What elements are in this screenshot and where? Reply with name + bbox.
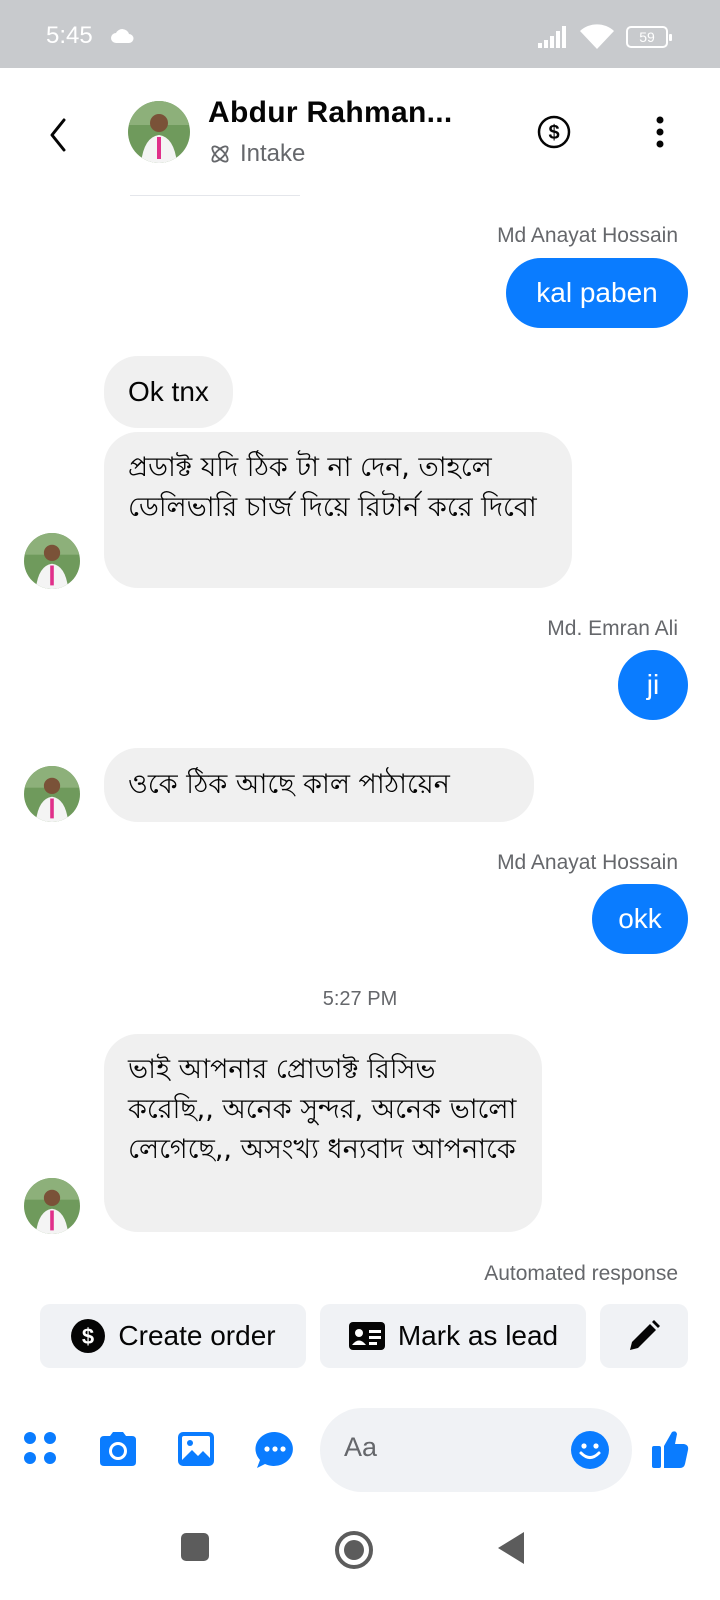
automated-response-label: Automated response — [484, 1262, 678, 1285]
more-options-icon[interactable] — [648, 114, 672, 150]
message-input-placeholder: Aa — [344, 1432, 378, 1462]
system-navigation-bar — [0, 1500, 720, 1600]
incoming-message[interactable]: ওকে ঠিক আছে কাল পাঠায়েন — [104, 748, 534, 822]
create-order-label: Create order — [118, 1320, 276, 1351]
contact-avatar[interactable] — [128, 101, 190, 163]
incoming-message[interactable]: Ok tnx — [104, 356, 233, 428]
message-fragment — [130, 190, 300, 196]
message-text: প্রডাক্ট যদি ঠিক টা না দেন, তাহলে ডেলিভা… — [128, 452, 537, 523]
home-icon[interactable] — [334, 1530, 374, 1570]
mark-as-lead-button[interactable]: Mark as lead — [320, 1304, 586, 1368]
recents-icon[interactable] — [180, 1532, 210, 1562]
contact-avatar[interactable] — [24, 533, 80, 589]
back-arrow-icon[interactable] — [44, 116, 72, 154]
contact-avatar[interactable] — [24, 766, 80, 822]
status-bar: 5:45 59 — [0, 0, 720, 68]
dollar-circle-icon[interactable]: $ — [537, 115, 571, 149]
message-text: ভাই আপনার প্রোডাক্ট রিসিভ করেছি,, অনেক স… — [128, 1054, 517, 1165]
contact-avatar[interactable] — [24, 1178, 80, 1234]
sender-name: Md Anayat Hossain — [497, 224, 678, 247]
svg-text:$: $ — [82, 1324, 94, 1349]
mark-as-lead-label: Mark as lead — [397, 1320, 559, 1351]
outgoing-message[interactable]: ji — [618, 650, 688, 720]
dollar-filled-icon: $ — [71, 1319, 106, 1353]
saved-replies-icon[interactable] — [254, 1430, 296, 1470]
emoji-icon[interactable] — [570, 1430, 610, 1470]
thumbs-up-icon[interactable] — [650, 1428, 690, 1470]
message-timestamp: 5:27 PM — [322, 988, 398, 1010]
contact-name[interactable]: Abdur Rahman... — [208, 96, 453, 130]
message-composer: Aa — [0, 1400, 720, 1500]
message-text: Ok tnx — [128, 376, 209, 407]
menu-grid-icon[interactable] — [22, 1430, 58, 1466]
wifi-icon — [580, 24, 614, 49]
atom-icon — [211, 145, 229, 163]
incoming-message[interactable]: ভাই আপনার প্রোডাক্ট রিসিভ করেছি,, অনেক স… — [104, 1034, 542, 1232]
contact-label: Intake — [208, 140, 305, 168]
quick-actions-bar: $ Create order Mark as lead — [0, 1292, 720, 1372]
signal-icon — [538, 26, 566, 48]
incoming-message[interactable]: প্রডাক্ট যদি ঠিক টা না দেন, তাহলে ডেলিভা… — [104, 432, 572, 588]
battery-indicator: 59 — [626, 26, 672, 48]
message-text: ওকে ঠিক আছে কাল পাঠায়েন — [128, 769, 450, 800]
edit-button[interactable] — [600, 1304, 688, 1368]
sender-name: Md Anayat Hossain — [497, 851, 678, 874]
label-text: Intake — [240, 140, 306, 167]
create-order-button[interactable]: $ Create order — [40, 1304, 306, 1368]
back-triangle-icon[interactable] — [496, 1530, 526, 1566]
outgoing-message[interactable]: okk — [592, 884, 688, 954]
conversation-header: Abdur Rahman... Intake $ — [0, 68, 720, 198]
cloud-icon — [111, 29, 134, 43]
pencil-icon — [630, 1320, 660, 1350]
camera-icon[interactable] — [96, 1430, 140, 1468]
contact-card-icon — [348, 1322, 385, 1350]
message-list[interactable]: Md Anayat Hossain kal paben Ok tnx প্রডা… — [0, 190, 720, 1290]
status-time: 5:45 — [46, 22, 93, 49]
gallery-icon[interactable] — [176, 1430, 216, 1468]
svg-text:$: $ — [548, 122, 559, 144]
sender-name: Md. Emran Ali — [547, 617, 678, 640]
message-input[interactable]: Aa — [320, 1408, 632, 1492]
outgoing-message[interactable]: kal paben — [506, 258, 688, 328]
